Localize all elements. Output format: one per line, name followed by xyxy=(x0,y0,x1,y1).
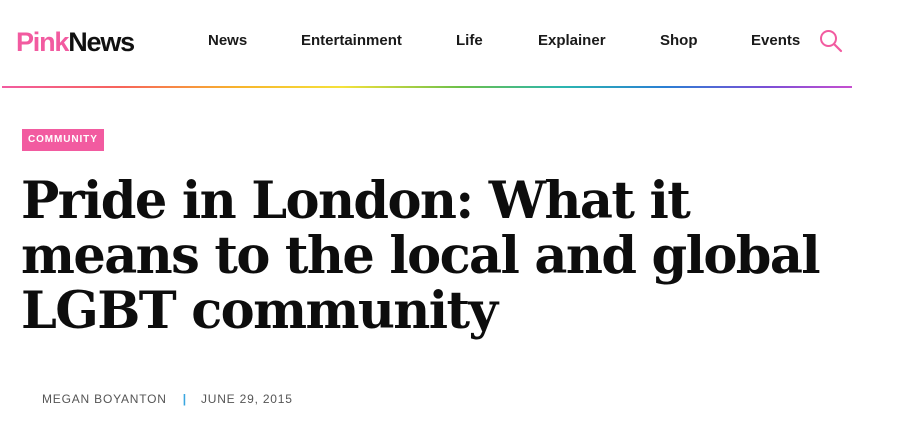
pinknews-logo[interactable]: PinkNews xyxy=(16,26,135,58)
nav-item-events[interactable]: Events xyxy=(751,30,800,52)
nav-item-shop[interactable]: Shop xyxy=(660,30,698,52)
article-headline: Pride in London: What it means to the lo… xyxy=(21,171,821,341)
publish-date: JUNE 29, 2015 xyxy=(200,392,293,406)
article-byline: MEGAN BOYANTON | JUNE 29, 2015 xyxy=(42,390,293,408)
nav-item-news[interactable]: News xyxy=(208,30,247,52)
nav-item-life[interactable]: Life xyxy=(456,30,483,52)
byline-separator: | xyxy=(182,392,187,406)
rainbow-divider xyxy=(2,86,852,88)
nav-item-entertainment[interactable]: Entertainment xyxy=(301,30,402,52)
search-icon xyxy=(820,30,843,53)
nav-item-explainer[interactable]: Explainer xyxy=(538,30,606,52)
site-header: PinkNews News Entertainment Life Explain… xyxy=(0,0,852,86)
search-button[interactable] xyxy=(818,28,844,54)
author-name[interactable]: MEGAN BOYANTON xyxy=(42,392,167,406)
logo-text-pink: Pink xyxy=(16,27,69,57)
category-tag[interactable]: COMMUNITY xyxy=(22,129,104,151)
logo-text-black: News xyxy=(68,27,135,57)
